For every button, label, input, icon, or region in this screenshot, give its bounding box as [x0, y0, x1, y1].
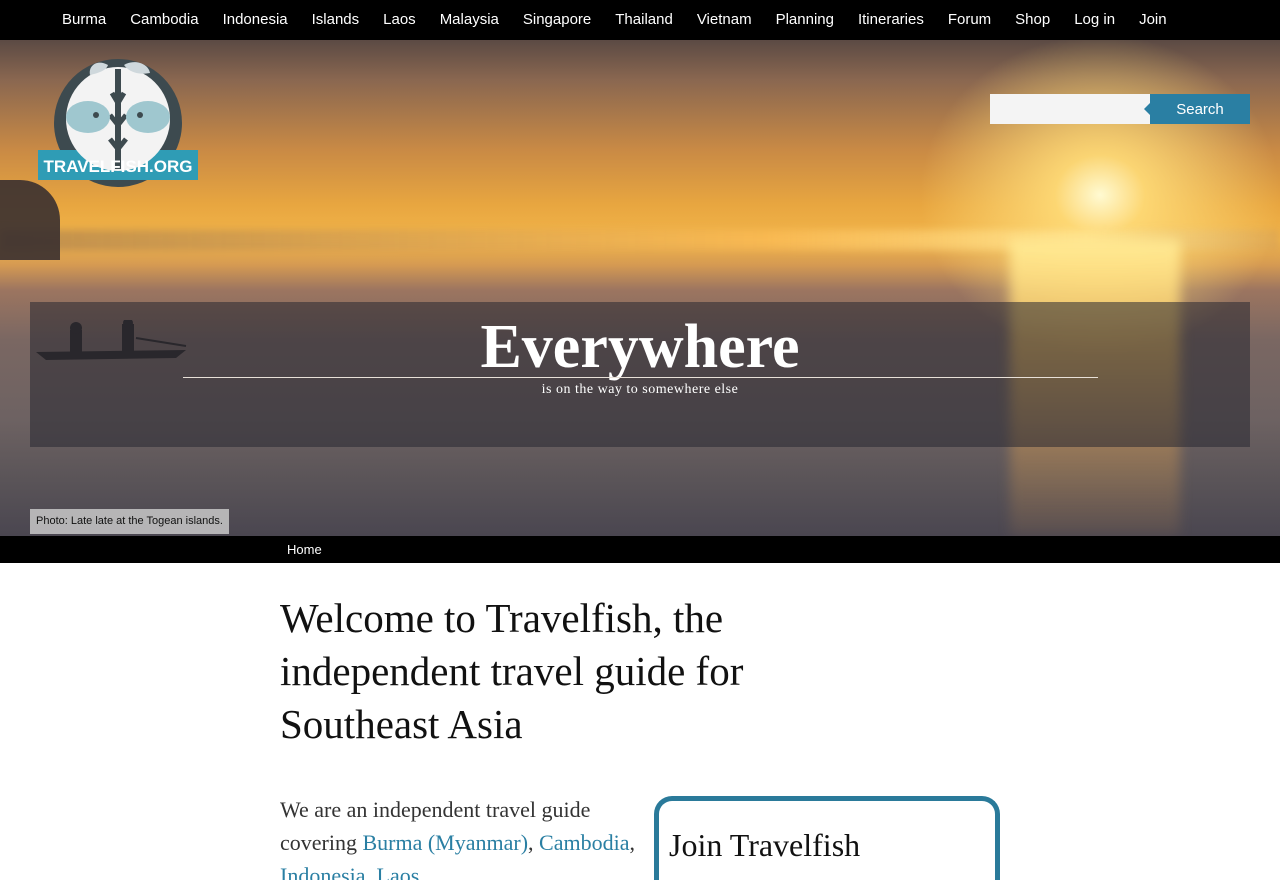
nav-shop[interactable]: Shop [1003, 0, 1062, 40]
top-navigation: Burma Cambodia Indonesia Islands Laos Ma… [0, 0, 1280, 40]
search-button[interactable]: Search [1144, 94, 1250, 124]
link-burma[interactable]: Burma (Myanmar) [362, 830, 528, 855]
separator: , [629, 830, 635, 855]
nav-indonesia[interactable]: Indonesia [211, 0, 300, 40]
nav-thailand[interactable]: Thailand [603, 0, 685, 40]
link-laos[interactable]: Laos [377, 863, 420, 880]
search-input[interactable] [990, 94, 1150, 124]
link-indonesia[interactable]: Indonesia [280, 863, 366, 880]
nav-malaysia[interactable]: Malaysia [428, 0, 511, 40]
tagline-panel: Everywhere is on the way to somewhere el… [30, 302, 1250, 447]
link-cambodia[interactable]: Cambodia [539, 830, 629, 855]
breadcrumb: Home [0, 536, 1280, 563]
separator: , [528, 830, 534, 855]
breadcrumb-home[interactable]: Home [287, 536, 322, 563]
travelfish-logo[interactable]: TRAVELFISH.ORG [38, 57, 198, 191]
nav-laos[interactable]: Laos [371, 0, 428, 40]
intro-text: We are an independent travel guide cover… [280, 793, 640, 880]
nav-forum[interactable]: Forum [936, 0, 1003, 40]
join-title: Join Travelfish [669, 827, 861, 863]
fish-logo-icon: TRAVELFISH.ORG [38, 59, 198, 187]
nav-itineraries[interactable]: Itineraries [846, 0, 936, 40]
island-silhouette [0, 180, 60, 260]
nav-planning[interactable]: Planning [764, 0, 846, 40]
photo-credit: Photo: Late late at the Togean islands. [30, 509, 229, 534]
tagline-divider [183, 377, 1098, 378]
separator: , [419, 863, 425, 880]
hero-banner: TRAVELFISH.ORG Search Everywhere is on t… [0, 40, 1280, 536]
nav-singapore[interactable]: Singapore [511, 0, 603, 40]
separator: , [365, 863, 372, 880]
join-panel: Join Travelfish [654, 796, 1000, 880]
nav-join[interactable]: Join [1127, 0, 1179, 40]
tagline-subtitle: is on the way to somewhere else [541, 382, 739, 397]
nav-cambodia[interactable]: Cambodia [118, 0, 210, 40]
search-form: Search [990, 94, 1250, 124]
page-title: Welcome to Travelfish, the independent t… [280, 595, 744, 747]
nav-vietnam[interactable]: Vietnam [685, 0, 764, 40]
nav-login[interactable]: Log in [1062, 0, 1127, 40]
nav-islands[interactable]: Islands [300, 0, 372, 40]
svg-text:TRAVELFISH.ORG: TRAVELFISH.ORG [44, 157, 193, 176]
nav-burma[interactable]: Burma [50, 0, 118, 40]
tagline-title: Everywhere [480, 313, 800, 381]
